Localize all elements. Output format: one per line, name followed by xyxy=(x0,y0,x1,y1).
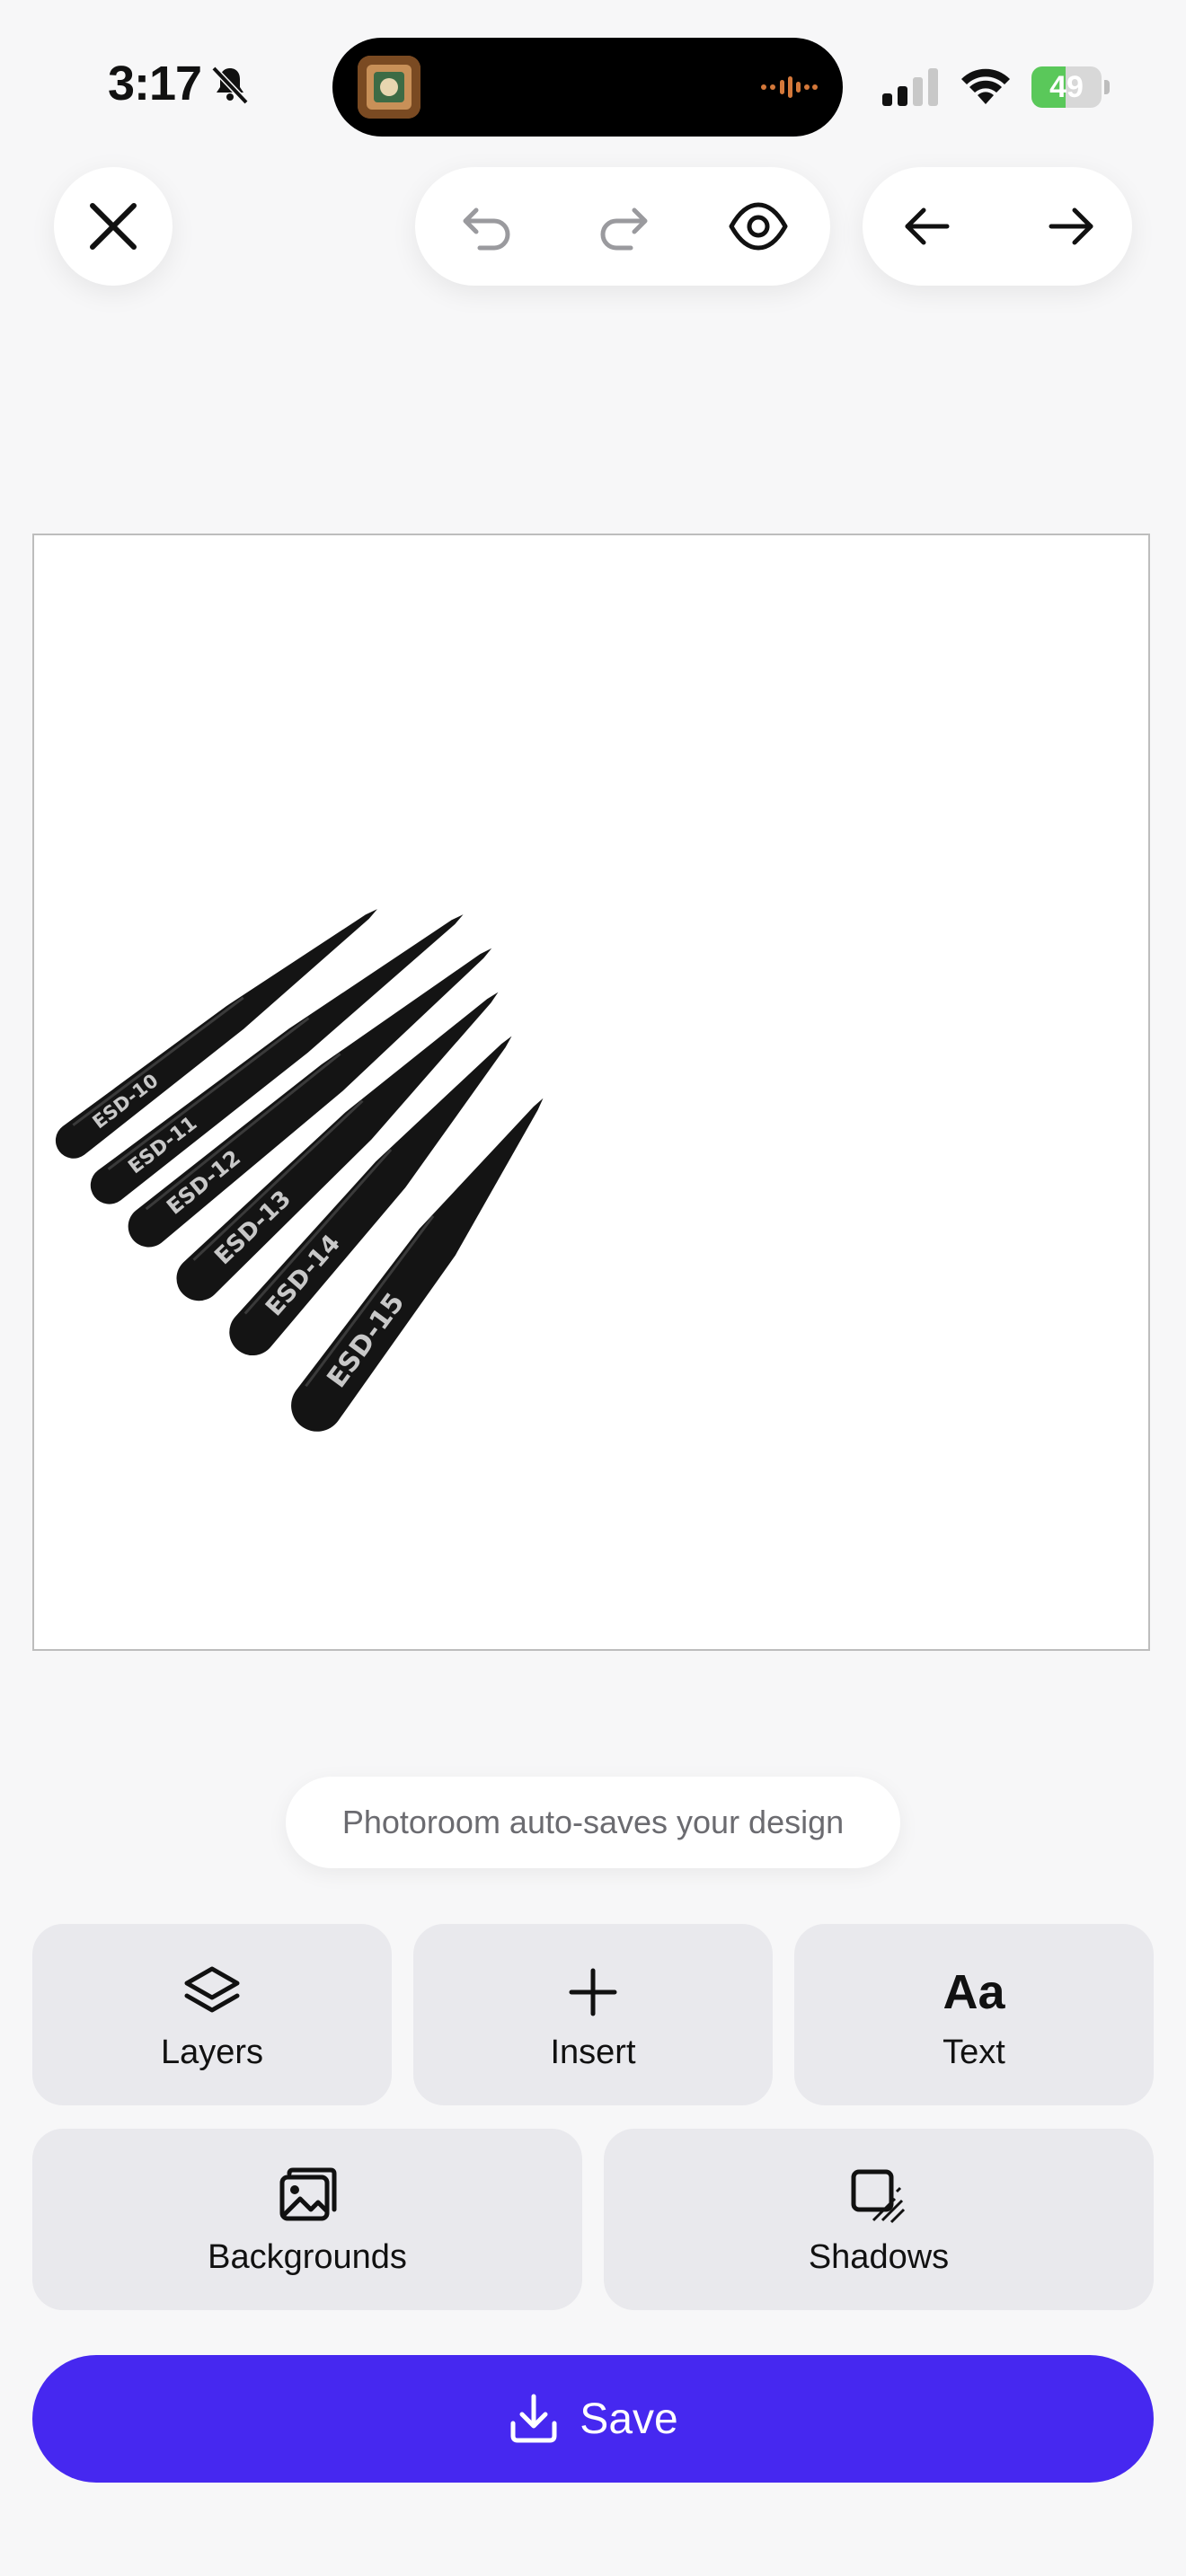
design-canvas[interactable]: ESD-10 ESD-11 ESD-12 ESD-13 ESD-14 ESD-15 xyxy=(32,534,1150,1651)
edit-controls xyxy=(415,167,830,286)
layers-icon xyxy=(178,1958,246,2026)
text-icon: Aa xyxy=(940,1958,1008,2026)
tweezers-product-image: ESD-10ESD-11ESD-12ESD-13ESD-14ESD-15 xyxy=(55,909,544,1432)
arrow-left-icon xyxy=(905,207,950,245)
navigation-controls xyxy=(863,167,1132,286)
bell-slash-icon xyxy=(211,66,249,105)
backgrounds-button[interactable]: Backgrounds xyxy=(32,2129,582,2310)
plus-icon xyxy=(559,1958,627,2026)
close-button[interactable] xyxy=(54,167,173,286)
battery-indicator: 49 xyxy=(1031,66,1111,108)
audio-wave-icon xyxy=(761,76,818,98)
autosave-toast: Photoroom auto-saves your design xyxy=(286,1777,900,1868)
app-thumbnail-icon xyxy=(358,56,420,119)
wifi-icon xyxy=(961,68,1010,104)
save-button[interactable]: Save xyxy=(32,2355,1154,2483)
undo-icon xyxy=(463,207,510,251)
layers-button[interactable]: Layers xyxy=(32,1924,392,2105)
redo-button[interactable] xyxy=(586,189,661,264)
shadows-button[interactable]: Shadows xyxy=(604,2129,1154,2310)
save-label: Save xyxy=(580,2395,678,2443)
layers-label: Layers xyxy=(160,2033,264,2071)
battery-percent: 49 xyxy=(1049,70,1084,104)
insert-button[interactable]: Insert xyxy=(413,1924,773,2105)
shadow-icon xyxy=(845,2163,913,2231)
status-time: 3:17 xyxy=(108,57,202,110)
backgrounds-label: Backgrounds xyxy=(208,2237,407,2276)
text-icon-glyph: Aa xyxy=(943,1964,1005,2019)
undo-button[interactable] xyxy=(449,189,525,264)
eye-icon xyxy=(729,202,788,251)
shadows-label: Shadows xyxy=(808,2237,950,2276)
signal-icon xyxy=(882,68,938,106)
previous-button[interactable] xyxy=(890,189,965,264)
text-label: Text xyxy=(943,2033,1005,2071)
next-button[interactable] xyxy=(1033,189,1109,264)
redo-icon xyxy=(600,207,648,251)
arrow-right-icon xyxy=(1049,207,1093,245)
close-icon xyxy=(90,203,137,250)
insert-label: Insert xyxy=(550,2033,636,2071)
image-stack-icon xyxy=(273,2163,341,2231)
preview-button[interactable] xyxy=(721,189,796,264)
download-icon xyxy=(510,2394,557,2443)
text-button[interactable]: Aa Text xyxy=(794,1924,1154,2105)
